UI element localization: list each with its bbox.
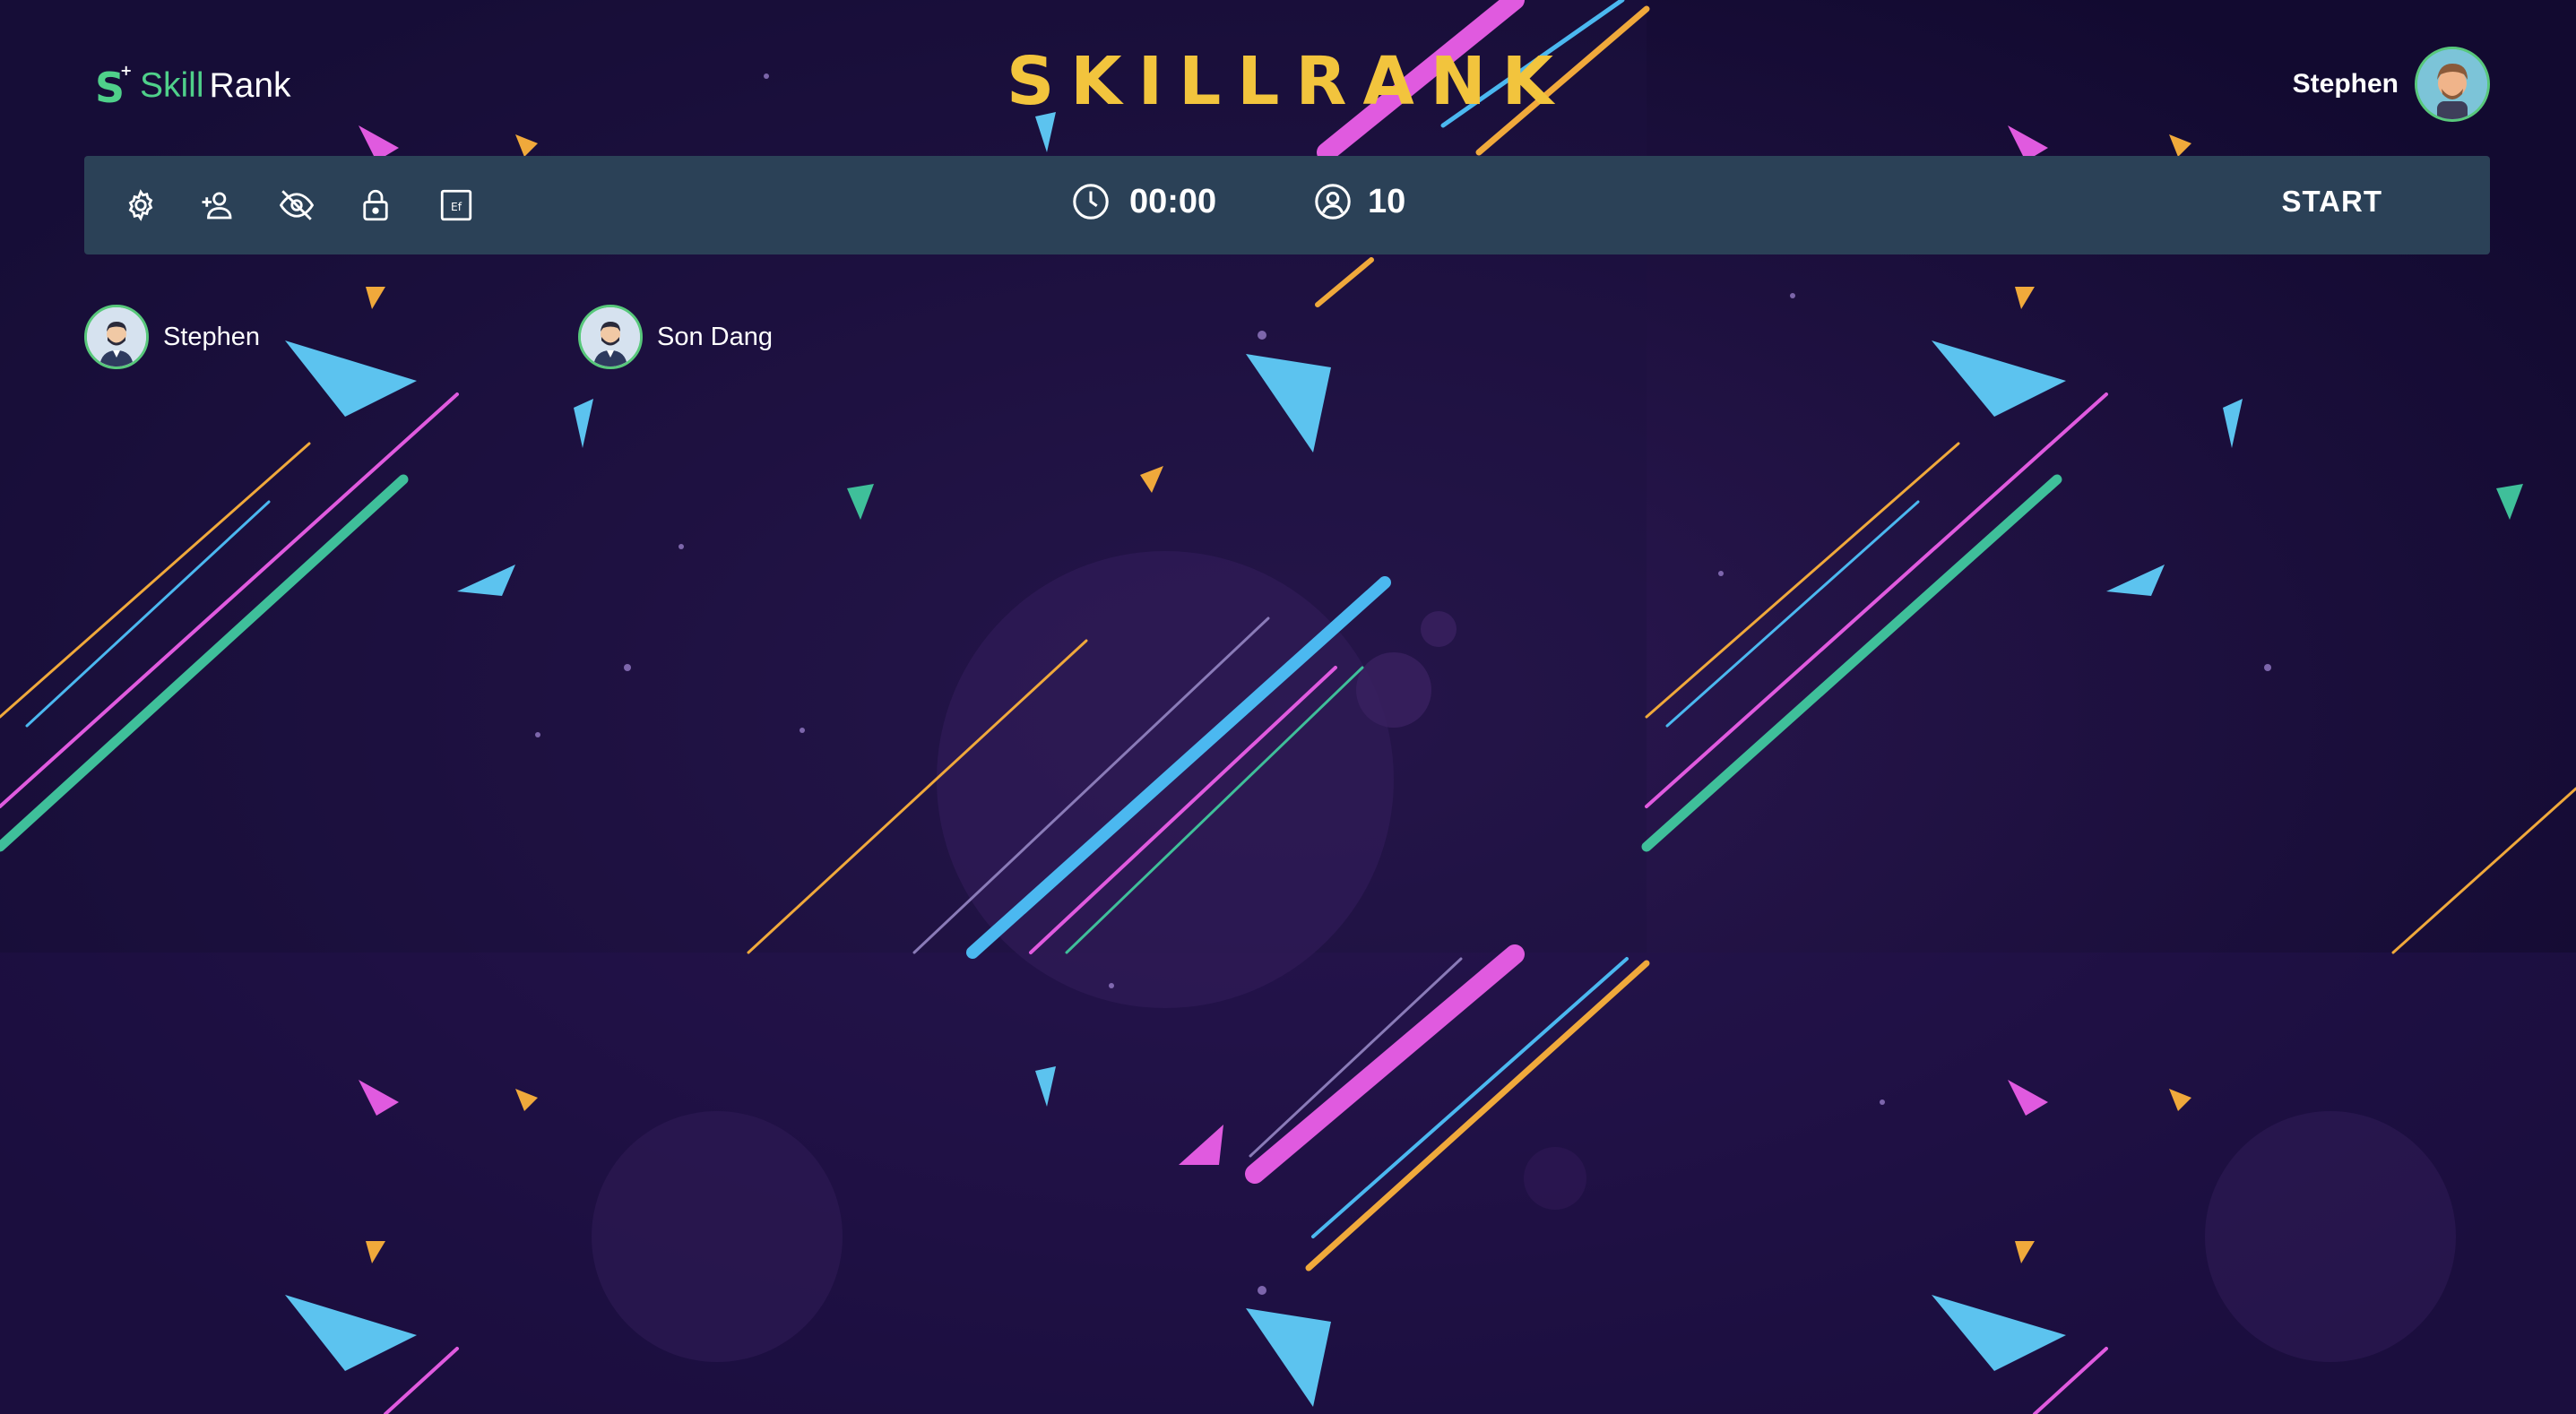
timer: 00:00	[1070, 181, 1216, 222]
lock-button[interactable]	[353, 183, 398, 228]
player-avatar-icon	[87, 307, 146, 366]
add-player-button[interactable]	[195, 183, 240, 228]
clock-icon	[1073, 184, 1109, 220]
avatar[interactable]	[2415, 47, 2490, 122]
game-toolbar: Ef 00:00 10 START	[84, 156, 2490, 254]
lock-icon	[363, 189, 388, 221]
settings-icon	[128, 189, 153, 221]
start-button[interactable]: START	[2281, 185, 2382, 219]
ef-box-icon: Ef	[440, 189, 472, 221]
player-card-stephen: Stephen	[84, 305, 260, 369]
hide-button[interactable]	[274, 183, 319, 228]
settings-button[interactable]	[118, 183, 163, 228]
eye-off-icon	[279, 190, 315, 220]
player-avatar-icon	[581, 307, 640, 366]
game-lobby-screen: S + Skill Rank SKILLRANK Stephen Ef 00:0…	[0, 0, 2576, 1414]
player-count: 10	[1312, 181, 1405, 222]
ef-label: Ef	[451, 201, 462, 213]
add-user-icon	[202, 192, 232, 220]
player-card-son-dang: Son Dang	[578, 305, 773, 369]
player-name: Son Dang	[657, 322, 773, 351]
avatar	[84, 305, 149, 369]
user-avatar-icon	[2417, 49, 2487, 119]
page-title: SKILLRANK	[1006, 43, 1569, 120]
user-menu[interactable]: Stephen	[2293, 47, 2490, 122]
user-name: Stephen	[2292, 69, 2399, 99]
player-name: Stephen	[163, 322, 261, 351]
timer-value: 00:00	[1129, 182, 1217, 220]
user-circle-icon	[1315, 184, 1351, 220]
effects-button[interactable]: Ef	[434, 183, 479, 228]
player-count-value: 10	[1368, 182, 1406, 220]
avatar	[578, 305, 643, 369]
